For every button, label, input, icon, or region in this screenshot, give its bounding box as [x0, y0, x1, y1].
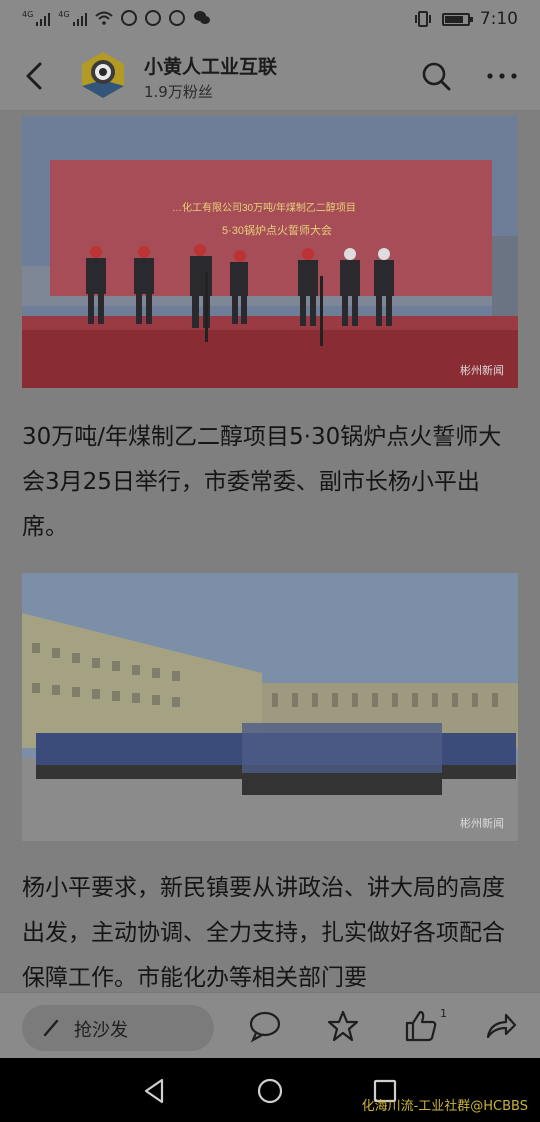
status-bar: 4G 4G 7:10: [0, 0, 540, 42]
signal-icon-2: 4G: [58, 10, 87, 26]
wechat-icon: [193, 11, 210, 24]
banner-event-text: 5·30锅炉点火誓师大会: [222, 223, 332, 237]
ceremony-photo[interactable]: …化工有限公司30万吨/年煤制乙二醇项目 5·30锅炉点火誓师大会 彬州新闻: [22, 116, 518, 388]
vibrate-icon: [414, 11, 431, 27]
network-type-label-2: 4G: [58, 10, 70, 19]
signal-icon: 4G: [22, 10, 51, 26]
photo-watermark: 彬州新闻: [460, 364, 504, 377]
network-type-label: 4G: [22, 10, 34, 19]
comment-input[interactable]: 抢沙发: [22, 1005, 214, 1051]
favorite-star-icon[interactable]: [326, 1009, 360, 1043]
nav-back-icon[interactable]: [140, 1076, 170, 1106]
account-avatar[interactable]: [78, 50, 128, 100]
community-watermark: 化海川流-工业社群@HCBBS: [361, 1099, 528, 1114]
notification-app-icon: [120, 10, 137, 26]
notification-app-icon: [168, 10, 185, 26]
ceremony-photo-image: …化工有限公司30万吨/年煤制乙二醇项目 5·30锅炉点火誓师大会: [22, 116, 518, 388]
comment-placeholder: 抢沙发: [74, 1020, 128, 1041]
status-left: 4G 4G: [22, 10, 211, 26]
comment-icon[interactable]: [248, 1009, 282, 1043]
search-icon[interactable]: [418, 58, 454, 94]
article-paragraph: 30万吨/年煤制乙二醇项目5·30锅炉点火誓师大会3月25日举行，市委常委、副市…: [22, 424, 502, 540]
account-name[interactable]: 小黄人工业互联: [144, 52, 277, 79]
crowd-photo[interactable]: 彬州新闻: [22, 573, 518, 841]
crowd-photo-image: [22, 573, 518, 841]
system-nav-bar: 化海川流-工业社群@HCBBS: [0, 1058, 540, 1122]
status-right: 7:10: [414, 9, 518, 29]
article-action-bar: 抢沙发 1: [0, 992, 540, 1059]
banner-org-text: …化工有限公司30万吨/年煤制乙二醇项目: [172, 201, 356, 214]
pen-icon: [43, 1019, 59, 1037]
share-icon[interactable]: [484, 1009, 518, 1043]
article-body[interactable]: …化工有限公司30万吨/年煤制乙二醇项目 5·30锅炉点火誓师大会 彬州新闻 3…: [0, 110, 540, 992]
like-icon[interactable]: [404, 1009, 438, 1043]
notification-app-icon: [144, 10, 161, 26]
battery-icon: [441, 12, 473, 26]
article-header: 小黄人工业互联 1.9万粉丝: [0, 42, 540, 110]
nav-home-icon[interactable]: [255, 1076, 285, 1106]
back-arrow-icon[interactable]: [18, 58, 54, 94]
more-options-icon[interactable]: [482, 58, 522, 94]
article-paragraph: 杨小平要求，新民镇要从讲政治、讲大局的高度出发，主动协调、全力支持，扎实做好各项…: [22, 875, 505, 991]
like-count: 1: [440, 1007, 447, 1020]
follower-count: 1.9万粉丝: [144, 83, 213, 101]
wifi-icon: [94, 11, 113, 25]
clock: 7:10: [479, 9, 518, 29]
photo-watermark: 彬州新闻: [460, 817, 504, 830]
